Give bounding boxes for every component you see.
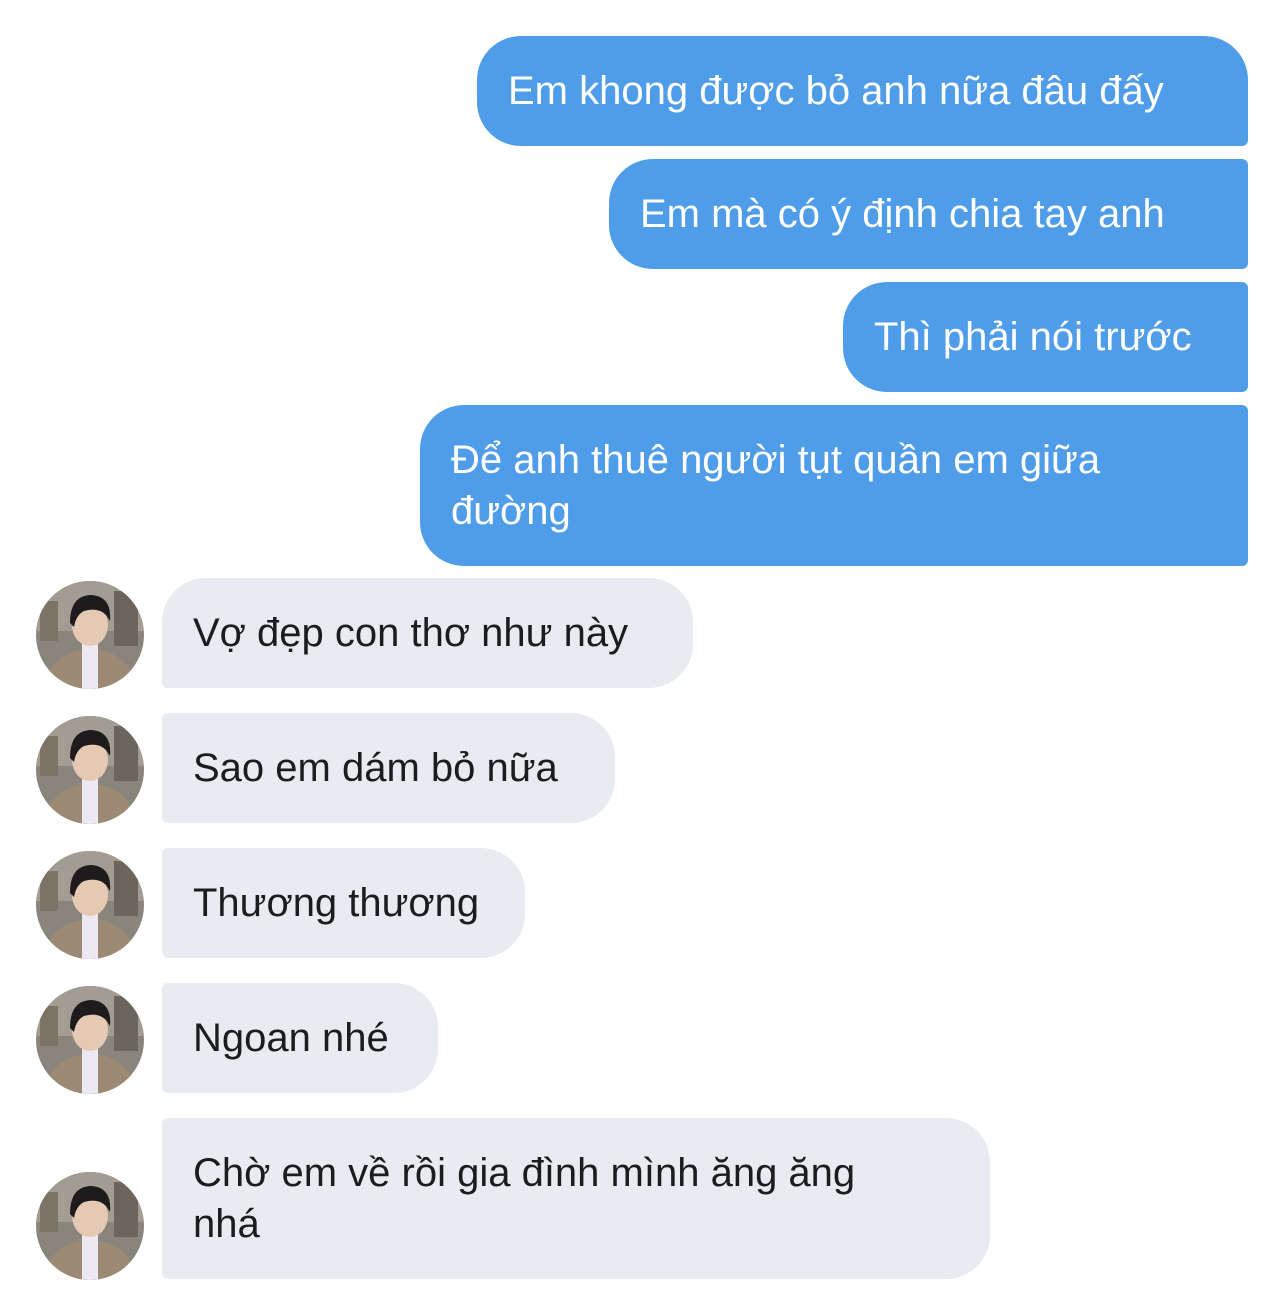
message-text: Để anh thuê người tụt quần em giữa đường [451, 437, 1101, 533]
avatar-photo-icon [36, 851, 144, 959]
avatar-photo-icon [36, 1172, 144, 1280]
outgoing-message-bubble[interactable]: Thì phải nói trước [843, 282, 1248, 392]
contact-avatar[interactable] [36, 1172, 144, 1280]
avatar-photo-icon [36, 986, 144, 1094]
message-text: Em mà có ý định chia tay anh [640, 191, 1165, 236]
incoming-message-bubble[interactable]: Thương thương [162, 848, 525, 958]
message-text: Em khong được bỏ anh nữa đâu đấy [508, 68, 1164, 113]
outgoing-message-bubble[interactable]: Em mà có ý định chia tay anh [609, 159, 1248, 269]
message-text: Vợ đẹp con thơ như này [193, 610, 629, 655]
avatar-photo-icon [36, 716, 144, 824]
message-text: Sao em dám bỏ nữa [193, 745, 558, 790]
contact-avatar[interactable] [36, 986, 144, 1094]
incoming-message-bubble[interactable]: Ngoan nhé [162, 983, 438, 1093]
incoming-message-bubble[interactable]: Vợ đẹp con thơ như này [162, 578, 693, 688]
contact-avatar[interactable] [36, 581, 144, 689]
outgoing-message-bubble[interactable]: Để anh thuê người tụt quần em giữa đường [420, 405, 1248, 566]
message-text: Thì phải nói trước [874, 314, 1192, 359]
contact-avatar[interactable] [36, 716, 144, 824]
incoming-message-bubble[interactable]: Sao em dám bỏ nữa [162, 713, 615, 823]
message-text: Ngoan nhé [193, 1015, 389, 1060]
message-text: Thương thương [193, 880, 480, 925]
contact-avatar[interactable] [36, 851, 144, 959]
incoming-message-bubble[interactable]: Chờ em về rồi gia đình mình ăng ăng nhá [162, 1118, 990, 1279]
message-text: Chờ em về rồi gia đình mình ăng ăng nhá [193, 1150, 856, 1246]
avatar-photo-icon [36, 581, 144, 689]
outgoing-message-bubble[interactable]: Em khong được bỏ anh nữa đâu đấy [477, 36, 1248, 146]
